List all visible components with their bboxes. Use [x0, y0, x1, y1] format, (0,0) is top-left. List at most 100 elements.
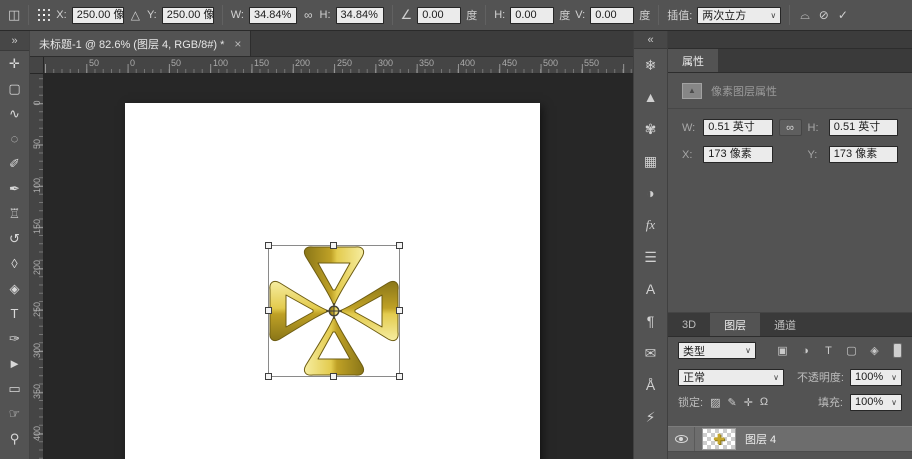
cancel-transform-icon[interactable]: ⊘ [817, 8, 831, 22]
marquee-tool[interactable]: ▢ [0, 76, 29, 101]
x-position-field[interactable]: 250.00 像 [71, 6, 124, 24]
divider [28, 5, 30, 25]
styles-icon[interactable]: fx [634, 209, 667, 241]
options-bar: ◫ X: 250.00 像 △ Y: 250.00 像 W: 34.84% ∞ … [0, 0, 912, 31]
brushes-icon[interactable]: ✾ [634, 113, 667, 145]
lock-pixels-icon[interactable]: ✎ [727, 396, 736, 409]
character-icon[interactable]: A [634, 273, 667, 305]
quick-selection-tool[interactable]: ◌ [0, 126, 29, 151]
histogram-icon[interactable]: ▲ [634, 81, 667, 113]
tab-layers[interactable]: 图层 [710, 313, 761, 336]
fill-field[interactable]: 100% ∨ [850, 393, 902, 411]
transform-handle-top-right[interactable] [396, 242, 403, 249]
transform-handle-top[interactable] [330, 242, 337, 249]
transform-handle-left[interactable] [265, 307, 272, 314]
layer-filter-kind-dropdown[interactable]: 类型 ∨ [678, 342, 756, 359]
ruler-number: 100 [32, 177, 42, 193]
transform-handle-bottom[interactable] [330, 373, 337, 380]
paragraph-icon[interactable]: ¶ [634, 305, 667, 337]
prop-x-field[interactable]: 173 像素 [703, 146, 773, 163]
brush-tool[interactable]: ✒ [0, 176, 29, 201]
link-dimensions-icon[interactable]: ∞ [778, 119, 802, 136]
height-field[interactable]: 34.84% [335, 6, 384, 24]
relative-position-button[interactable]: △ [129, 8, 142, 22]
y-position-field[interactable]: 250.00 像 [161, 6, 214, 24]
ruler-number: 300 [32, 342, 42, 358]
h-skew-field[interactable]: 0.00 [510, 6, 555, 24]
toolbar-collapse-button[interactable]: » [0, 31, 29, 51]
eraser-tool[interactable]: ◊ [0, 251, 29, 276]
filter-smart-object-icon[interactable]: ◈ [866, 344, 883, 357]
opacity-value: 100% [855, 371, 884, 383]
opacity-field[interactable]: 100% ∨ [850, 368, 902, 386]
prop-height-field[interactable]: 0.51 英寸 [828, 119, 899, 136]
layer-row[interactable]: ✚ 图层 4 [668, 426, 912, 452]
prop-y-field[interactable]: 173 像素 [828, 146, 899, 163]
pen-tool[interactable]: ✑ [0, 326, 29, 351]
type-tool[interactable]: T [0, 301, 29, 326]
divider [658, 5, 660, 25]
transform-handle-right[interactable] [396, 307, 403, 314]
close-tab-icon[interactable]: × [234, 37, 241, 51]
canvas-viewport[interactable] [44, 74, 633, 459]
filter-shape-icon[interactable]: ▢ [843, 344, 860, 357]
warp-mode-icon[interactable]: ⌓ [798, 8, 812, 23]
eyedropper-tool[interactable]: ✐ [0, 151, 29, 176]
rotation-field[interactable]: 0.00 [417, 6, 462, 24]
lasso-tool[interactable]: ∿ [0, 101, 29, 126]
width-field[interactable]: 34.84% [248, 6, 297, 24]
blend-mode-dropdown[interactable]: 正常 ∨ [678, 368, 784, 386]
measurement-log-icon[interactable]: ⚡ [634, 401, 667, 433]
transform-handle-bottom-right[interactable] [396, 373, 403, 380]
expand-panels-button[interactable]: « [634, 31, 667, 49]
filtering-toggle[interactable] [893, 343, 902, 358]
layer-comps-icon[interactable]: ☰ [634, 241, 667, 273]
filter-type-icon[interactable]: T [820, 345, 837, 357]
prop-w-label: W: [682, 121, 696, 134]
clone-stamp-tool[interactable]: ♖ [0, 201, 29, 226]
document-area: 未标题-1 @ 82.6% (图层 4, RGB/8#) * × 50 0 50… [30, 31, 633, 459]
commit-transform-icon[interactable]: ✓ [836, 8, 850, 22]
layer-type-label: 像素图层属性 [711, 85, 777, 98]
paint-bucket-tool[interactable]: ◈ [0, 276, 29, 301]
transform-handle-bottom-left[interactable] [265, 373, 272, 380]
h-skew-label: H: [494, 9, 506, 21]
layer-thumbnail[interactable]: ✚ [702, 428, 736, 450]
ruler-number: 150 [254, 58, 270, 68]
tab-channels[interactable]: 通道 [760, 313, 810, 336]
ruler-number: 350 [419, 58, 435, 68]
filter-pixel-icon[interactable]: ▣ [774, 344, 791, 357]
lock-all-icon[interactable]: Ω [760, 396, 768, 408]
filter-adjustment-icon[interactable]: ◑ [797, 345, 814, 357]
tab-properties[interactable]: 属性 [668, 49, 718, 72]
v-skew-field[interactable]: 0.00 [590, 6, 635, 24]
reference-point-locator[interactable] [37, 8, 51, 22]
transform-handle-top-left[interactable] [265, 242, 272, 249]
visibility-cell[interactable] [668, 427, 695, 451]
path-selection-tool[interactable]: ► [0, 351, 29, 376]
chevron-down-icon: ∨ [773, 372, 779, 382]
notes-icon[interactable]: ✉ [634, 337, 667, 369]
transform-bounding-box[interactable] [265, 242, 403, 380]
link-dimensions-icon[interactable]: ∞ [302, 8, 315, 22]
rectangle-tool[interactable]: ▭ [0, 376, 29, 401]
move-tool[interactable]: ✛ [0, 51, 29, 76]
document-tab[interactable]: 未标题-1 @ 82.6% (图层 4, RGB/8#) * × [30, 31, 252, 56]
interpolation-dropdown[interactable]: 两次立方 ∨ [697, 6, 782, 24]
tab-3d[interactable]: 3D [668, 313, 710, 336]
hand-tool[interactable]: ☞ [0, 401, 29, 426]
fill-label: 填充: [817, 397, 843, 409]
history-brush-tool[interactable]: ↺ [0, 226, 29, 251]
photoshop-window: ◫ X: 250.00 像 △ Y: 250.00 像 W: 34.84% ∞ … [0, 0, 912, 459]
character-styles-icon[interactable]: Å [634, 369, 667, 401]
zoom-tool[interactable]: ⚲ [0, 426, 29, 451]
ruler-number: 200 [295, 58, 311, 68]
adjustments-icon[interactable]: ◑ [634, 177, 667, 209]
chevron-down-icon: ∨ [891, 397, 897, 407]
prop-width-field[interactable]: 0.51 英寸 [703, 119, 773, 136]
filter-gallery-icon[interactable]: ❄ [634, 49, 667, 81]
swatches-icon[interactable]: ▦ [634, 145, 667, 177]
lock-position-icon[interactable]: ✛ [744, 396, 753, 409]
lock-transparent-icon[interactable]: ▨ [710, 396, 720, 409]
layer-name[interactable]: 图层 4 [745, 431, 776, 447]
